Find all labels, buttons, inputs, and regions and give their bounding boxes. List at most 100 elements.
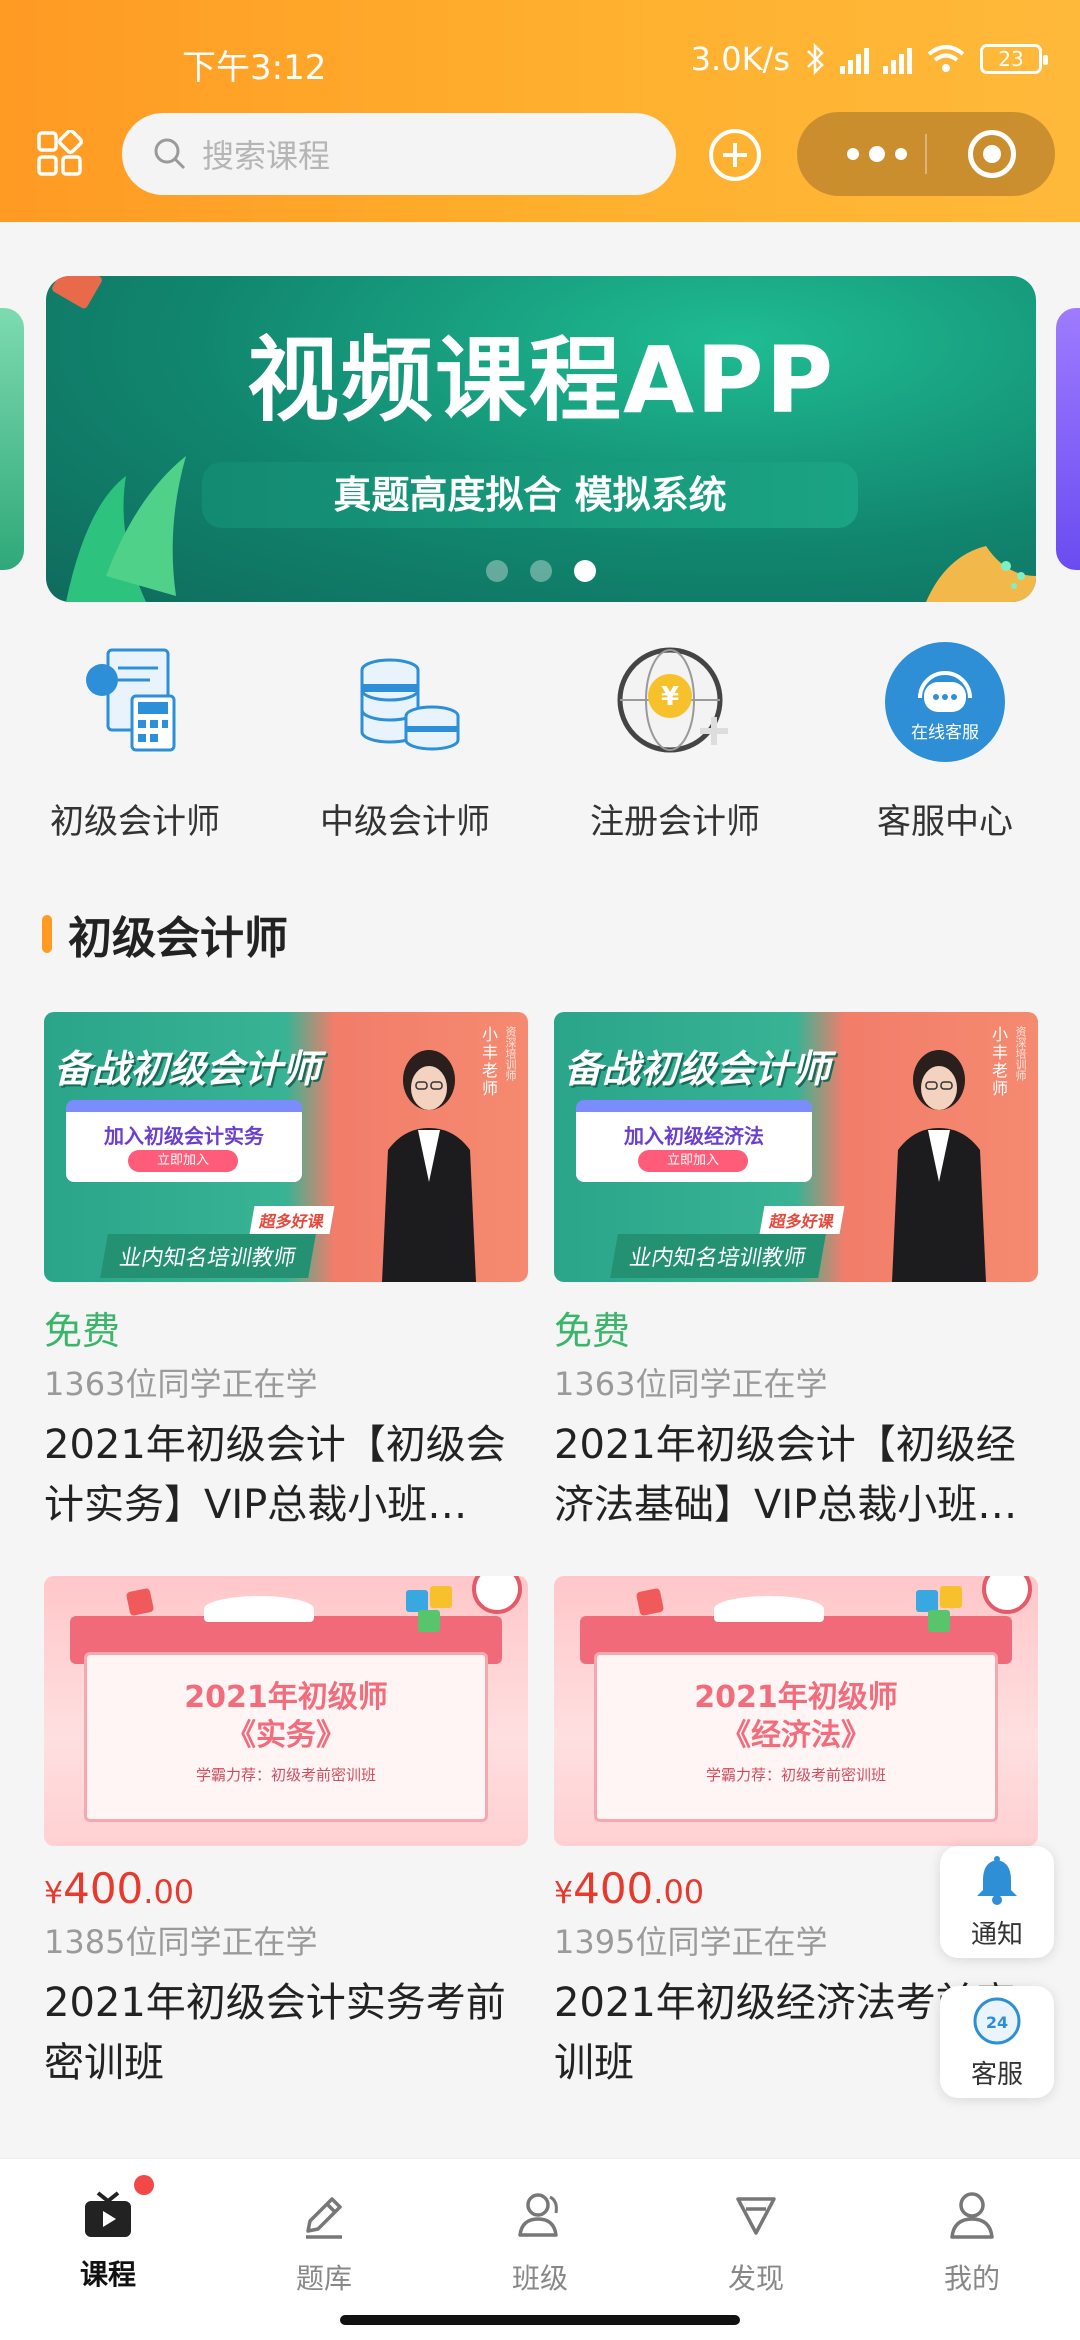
thumb-box-button: 立即加入	[128, 1150, 238, 1172]
notify-button[interactable]: 通知	[940, 1846, 1054, 1958]
wifi-icon	[927, 45, 965, 72]
tab-question-bank[interactable]: 题库	[216, 2189, 432, 2297]
thumb-box-button: 立即加入	[638, 1150, 748, 1172]
online-service-headset-icon: 在线客服	[885, 642, 1005, 762]
thumb-tag-big: 业内知名培训教师	[100, 1234, 316, 1278]
thumb-teacher-title: 资深培训师	[1014, 1026, 1027, 1081]
banner-carousel[interactable]: 视频课程APP 真题高度拟合 模拟系统	[0, 274, 1080, 604]
profile-icon	[950, 2192, 994, 2239]
thumb-teacher-title: 资深培训师	[504, 1026, 517, 1081]
tab-label: 课程	[79, 2258, 136, 2291]
dice-icon	[635, 1587, 665, 1617]
thumb-box-title: 加入初级经济法	[624, 1124, 764, 1148]
yen-globe-icon: ¥	[617, 647, 728, 753]
banner-prev-peek	[0, 308, 24, 570]
price-integer: 400	[573, 1864, 654, 1913]
course-thumbnail: 2021年初级师 《实务》 学霸力荐：初级考前密训班	[44, 1576, 528, 1846]
carousel-dot	[530, 560, 552, 582]
miniprogram-capsule	[797, 112, 1055, 196]
video-course-icon	[82, 2175, 154, 2241]
24h-service-icon: 24	[973, 1997, 1021, 2045]
thumb-box: 加入初级经济法 立即加入	[576, 1100, 812, 1182]
teacher-photo	[382, 1050, 476, 1282]
tab-mine[interactable]: 我的	[864, 2189, 1080, 2297]
thumb-headline: 备战初级会计师	[564, 1047, 831, 1091]
thumb-line3: 学霸力荐：初级考前密训班	[195, 1766, 376, 1784]
unread-dot	[134, 2175, 154, 2195]
pencil-icon	[306, 2197, 342, 2239]
tab-label: 我的	[943, 2262, 1000, 2295]
price-decimal: .00	[653, 1873, 705, 1911]
thumb-box-title: 加入初级会计实务	[104, 1124, 264, 1148]
status-right: 3.0K/s 23	[690, 40, 1048, 78]
category-intermediate-accountant[interactable]: 中级会计师	[290, 640, 520, 843]
thumb-teacher-name: 小丰老师	[989, 1026, 1008, 1098]
signal-icon	[840, 44, 869, 74]
category-label: 客服中心	[877, 802, 1013, 842]
section-accent-bar	[42, 915, 52, 953]
home-indicator[interactable]	[340, 2315, 740, 2325]
price-integer: 400	[63, 1864, 144, 1913]
notify-label: 通知	[970, 1920, 1023, 1950]
net-speed: 3.0K/s	[690, 40, 790, 78]
learner-count: 1363位同学正在学	[44, 1365, 318, 1403]
tab-discover[interactable]: 发现	[648, 2189, 864, 2297]
banner-next-peek	[1056, 308, 1080, 570]
course-thumbnail: 2021年初级师 《经济法》 学霸力荐：初级考前密训班	[554, 1576, 1038, 1846]
banner-title: 视频课程APP	[246, 327, 836, 434]
search-input[interactable]: 搜索课程	[122, 113, 676, 195]
customer-service-button[interactable]: 24 客服	[940, 1986, 1054, 2098]
section-title: 初级会计师	[42, 902, 288, 966]
course-name: 2021年初级会计【初级经济法基础】VIP总裁小班…	[554, 1422, 1018, 1528]
more-menu-button[interactable]	[835, 140, 919, 168]
bell-icon	[977, 1856, 1017, 1905]
class-people-icon	[518, 2193, 558, 2237]
clock-icon	[472, 1576, 522, 1614]
tab-courses[interactable]: 课程	[0, 2175, 216, 2293]
price-free: 免费	[44, 1309, 121, 1353]
tab-label: 发现	[727, 2262, 784, 2295]
carousel-indicator	[486, 560, 596, 582]
price-decimal: .00	[143, 1873, 195, 1911]
course-card[interactable]: 备战初级会计师 加入初级经济法 立即加入 超多好课 业内知名培训教师 小丰老师 …	[554, 1012, 1038, 1535]
course-card[interactable]: 备战初级会计师 加入初级会计实务 立即加入 超多好课 业内知名培训教师 小丰老师…	[44, 1012, 528, 1535]
thumb-line3: 学霸力荐：初级考前密训班	[705, 1766, 886, 1784]
banner-slide[interactable]: 视频课程APP 真题高度拟合 模拟系统	[46, 276, 1036, 602]
learner-count: 1363位同学正在学	[554, 1365, 828, 1403]
thumb-box: 加入初级会计实务 立即加入	[66, 1100, 302, 1182]
thumb-tag-big: 业内知名培训教师	[610, 1234, 826, 1278]
category-primary-accountant[interactable]: 初级会计师	[20, 640, 250, 843]
category-service-center[interactable]: 在线客服 客服中心	[830, 640, 1060, 843]
carousel-dot	[486, 560, 508, 582]
thumb-tag-small: 超多好课	[759, 1206, 845, 1234]
tab-class[interactable]: 班级	[432, 2189, 648, 2297]
course-name: 2021年初级会计【初级会计实务】VIP总裁小班…	[44, 1422, 506, 1528]
search-icon	[154, 138, 186, 170]
discover-diamond-icon	[736, 2197, 776, 2235]
app-header: 下午3:12 3.0K/s 23 搜索课程	[0, 0, 1080, 222]
price-currency: ¥	[44, 1876, 64, 1911]
course-thumbnail: 备战初级会计师 加入初级经济法 立即加入 超多好课 业内知名培训教师 小丰老师 …	[554, 1012, 1038, 1282]
price-free: 免费	[554, 1309, 631, 1353]
category-cpa[interactable]: ¥ 注册会计师	[560, 640, 790, 843]
tab-label: 班级	[511, 2262, 568, 2295]
category-label: 中级会计师	[320, 802, 490, 842]
thumb-line2: 《经济法》	[721, 1718, 871, 1753]
capsule-divider	[925, 134, 927, 174]
clock-icon	[982, 1576, 1032, 1614]
carousel-dot-active	[574, 560, 596, 582]
thumb-tag-small: 超多好课	[249, 1206, 335, 1234]
category-grid-icon[interactable]	[36, 130, 84, 178]
service-label: 客服	[970, 2060, 1023, 2090]
service-badge-text: 在线客服	[911, 723, 979, 743]
battery-icon: 23	[980, 44, 1048, 74]
svg-text:¥: ¥	[661, 682, 679, 712]
category-label: 初级会计师	[50, 802, 220, 842]
course-card[interactable]: 2021年初级师 《实务》 学霸力荐：初级考前密训班 ¥400.00 1385位…	[44, 1576, 528, 2093]
learner-count: 1385位同学正在学	[44, 1923, 318, 1961]
tab-label: 题库	[295, 2262, 352, 2295]
add-icon[interactable]	[708, 128, 762, 182]
calculator-document-icon	[86, 648, 176, 752]
close-miniprogram-button[interactable]	[968, 130, 1016, 178]
thumb-line2: 《实务》	[226, 1718, 346, 1753]
